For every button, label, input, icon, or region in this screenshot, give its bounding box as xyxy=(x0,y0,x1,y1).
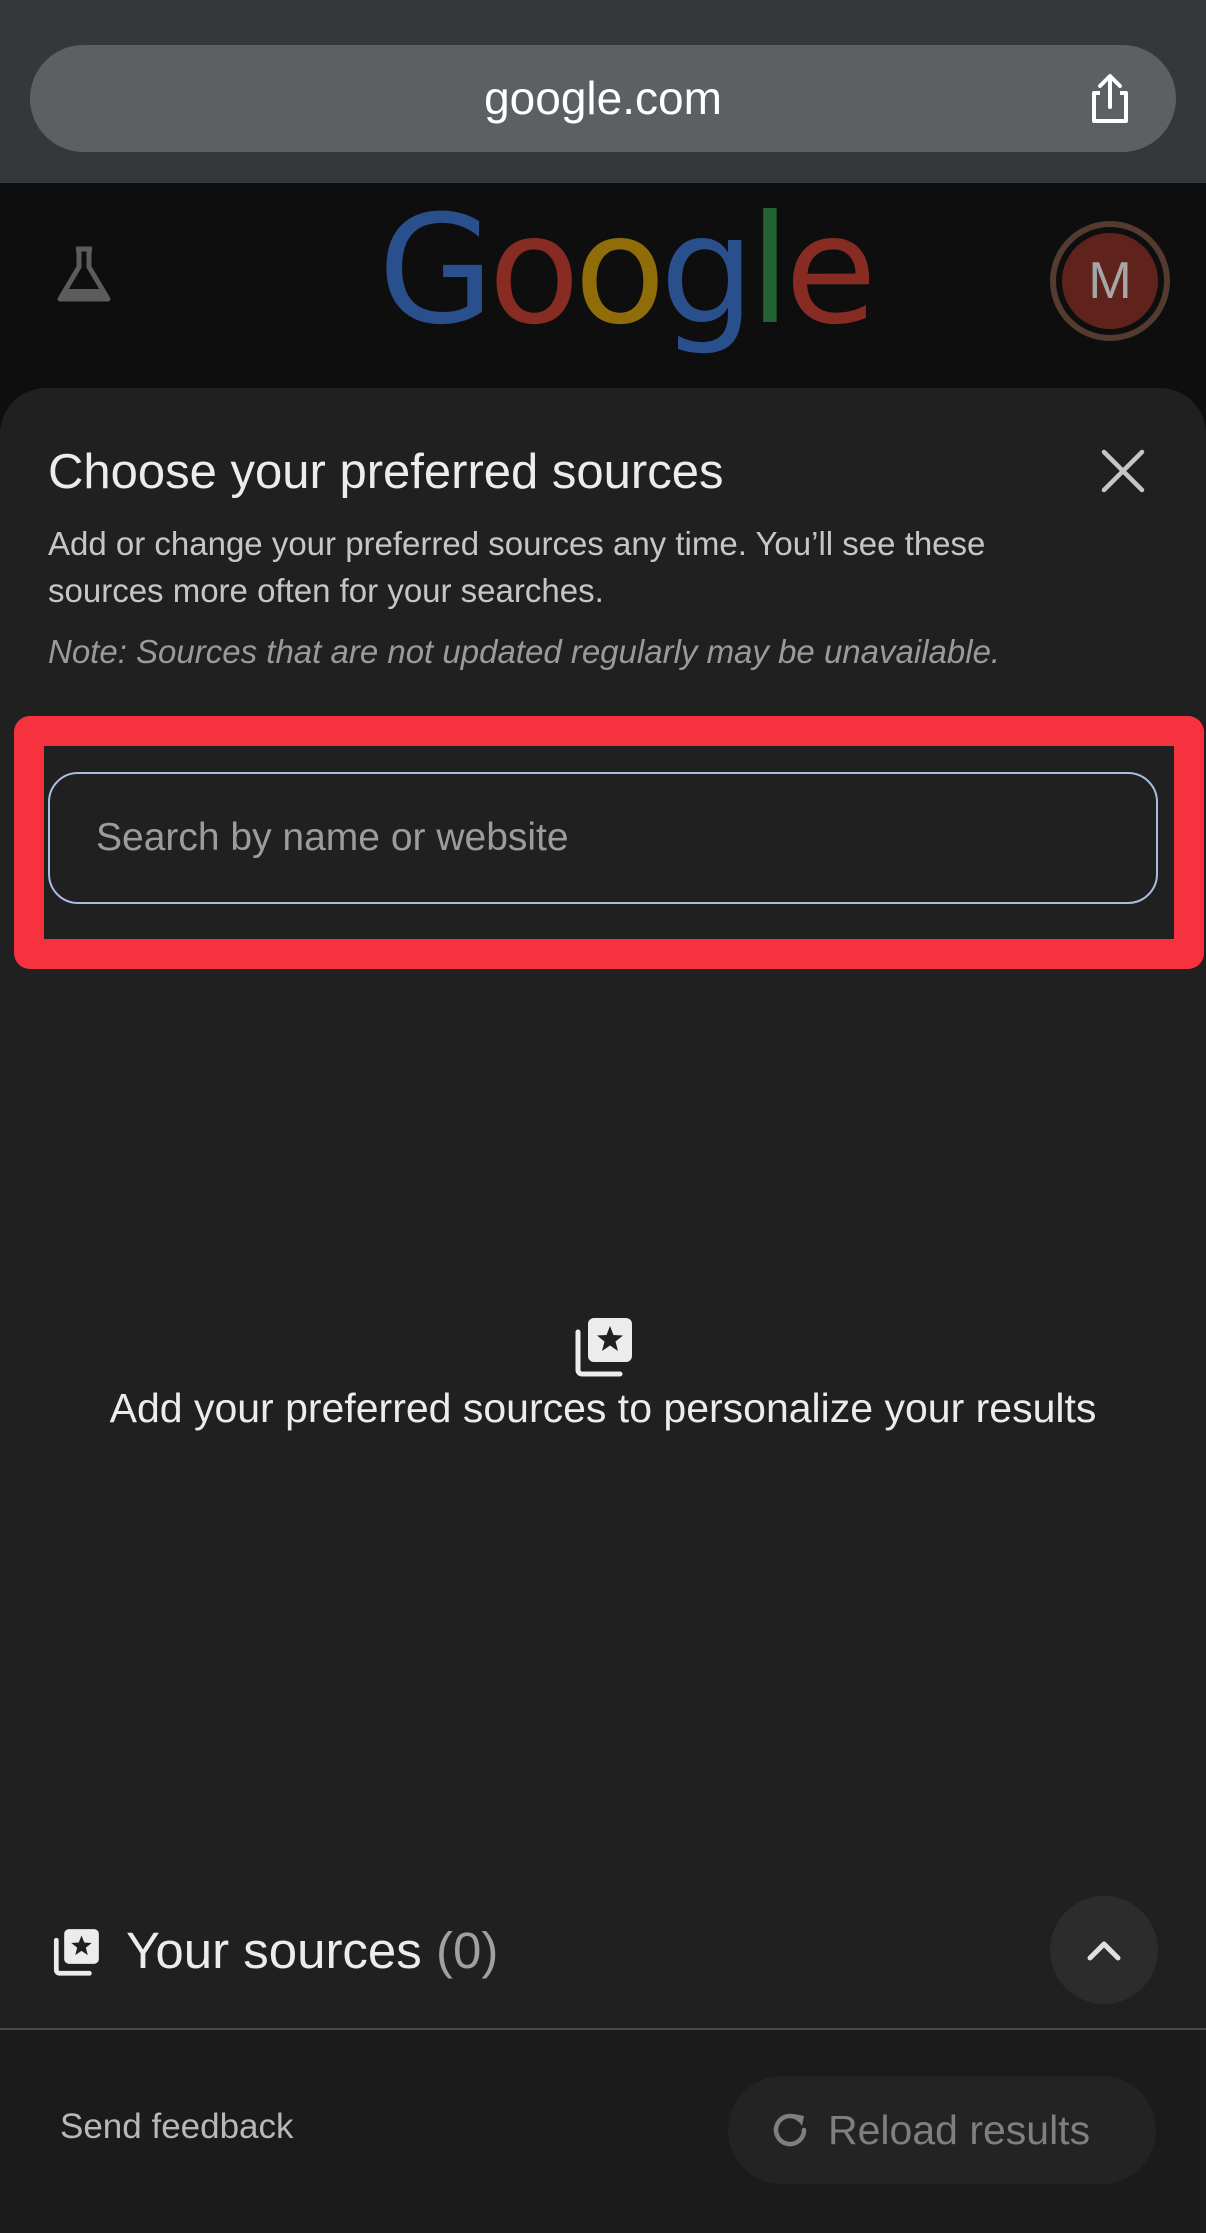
share-icon[interactable] xyxy=(1082,71,1138,127)
star-cards-icon xyxy=(575,1318,632,1377)
address-bar[interactable]: google.com xyxy=(30,45,1176,152)
url-text[interactable]: google.com xyxy=(30,45,1176,152)
your-sources-heading[interactable]: Your sources (0) xyxy=(126,1916,498,1986)
star-cards-icon xyxy=(53,1929,99,1976)
avatar-initial: M xyxy=(1062,233,1158,329)
refresh-icon xyxy=(773,2113,807,2147)
labs-flask-icon[interactable] xyxy=(52,243,116,307)
reload-results-button[interactable]: Reload results xyxy=(728,2076,1156,2184)
sheet-description: Add or change your preferred sources any… xyxy=(48,525,986,609)
preferred-sources-sheet: Choose your preferred sources Add or cha… xyxy=(0,388,1206,2233)
expand-sources-button[interactable] xyxy=(1050,1896,1158,2004)
sheet-title: Choose your preferred sources xyxy=(48,445,724,499)
browser-toolbar: google.com xyxy=(0,0,1206,183)
your-sources-label: Your sources xyxy=(126,1922,422,1979)
screen: google.com Google M Choose your preferre… xyxy=(0,0,1206,2233)
your-sources-count: (0) xyxy=(435,1922,499,1979)
sheet-note: Note: Sources that are not updated regul… xyxy=(48,633,1001,670)
google-header: Google M xyxy=(0,183,1206,615)
chevron-up-icon xyxy=(1087,1941,1121,1961)
empty-state-text: Add your preferred sources to personaliz… xyxy=(109,1385,1097,1431)
google-logo: Google xyxy=(378,184,877,358)
avatar[interactable]: M xyxy=(1050,221,1170,341)
reload-results-label: Reload results xyxy=(828,2107,1091,2153)
search-input[interactable] xyxy=(48,772,1158,904)
close-icon[interactable] xyxy=(1090,438,1156,504)
send-feedback-link[interactable]: Send feedback xyxy=(60,2102,294,2152)
sheet-footer: Send feedback Reload results xyxy=(0,2030,1206,2233)
